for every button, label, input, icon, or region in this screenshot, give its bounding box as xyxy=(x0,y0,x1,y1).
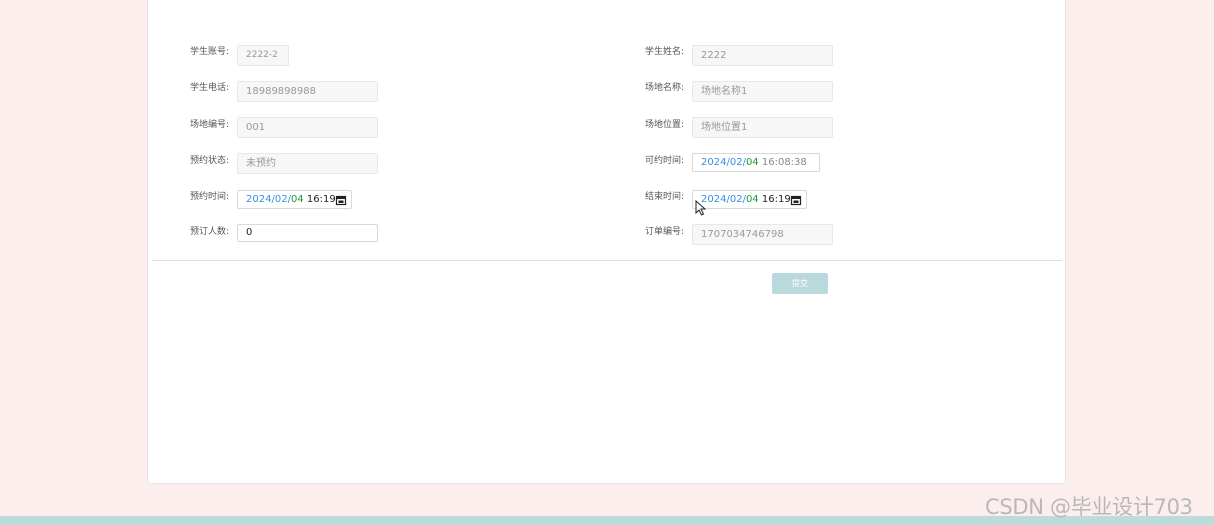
student-phone-label: 学生电话: xyxy=(190,83,230,93)
venue-location-field[interactable]: 场地位置1 xyxy=(692,117,833,138)
venue-name-field[interactable]: 场地名称1 xyxy=(692,81,833,102)
end-time-label: 结束时间: xyxy=(645,192,685,202)
booking-time-month: 02 xyxy=(274,194,288,205)
student-phone-field[interactable]: 18989898988 xyxy=(237,81,378,102)
student-account-field[interactable]: 2222-2 xyxy=(237,45,289,66)
end-time-field[interactable]: 2024/02/04 16:19 xyxy=(692,190,807,209)
order-number-field[interactable]: 1707034746798 xyxy=(692,224,833,245)
calendar-icon[interactable] xyxy=(790,194,802,206)
venue-location-label: 场地位置: xyxy=(645,120,685,130)
submit-button[interactable]: 提交 xyxy=(772,273,828,294)
booking-time-clock: 16:19 xyxy=(306,194,336,205)
form-panel xyxy=(147,0,1066,484)
booking-time-year: 2024 xyxy=(246,194,272,205)
venue-number-field[interactable]: 001 xyxy=(237,117,378,138)
watermark: CSDN @毕业设计703 xyxy=(985,495,1193,519)
student-account-label: 学生账号: xyxy=(190,47,230,57)
student-name-field[interactable]: 2222 xyxy=(692,45,833,66)
mouse-cursor-icon xyxy=(695,200,707,216)
available-time-field[interactable]: 2024/02/04 16:08:38 xyxy=(692,153,820,172)
end-time-clock: 16:19 xyxy=(761,194,791,205)
form-divider xyxy=(152,260,1062,261)
venue-number-label: 场地编号: xyxy=(190,120,230,130)
student-name-label: 学生姓名: xyxy=(645,47,685,57)
available-time-clock: 16:08:38 xyxy=(761,157,807,168)
available-time-label: 可约时间: xyxy=(645,156,685,166)
venue-name-label: 场地名称: xyxy=(645,83,685,93)
booking-status-field[interactable]: 未预约 xyxy=(237,153,378,174)
end-time-day: 04 xyxy=(745,194,759,205)
available-time-day: 04 xyxy=(745,157,759,168)
calendar-icon[interactable] xyxy=(335,194,347,206)
available-time-month: 02 xyxy=(729,157,743,168)
booking-time-field[interactable]: 2024/02/04 16:19 xyxy=(237,190,352,209)
end-time-month: 02 xyxy=(729,194,743,205)
order-number-label: 订单编号: xyxy=(645,227,685,237)
available-time-year: 2024 xyxy=(701,157,727,168)
people-count-label: 预订人数: xyxy=(190,227,230,237)
people-count-field[interactable]: 0 xyxy=(237,224,378,242)
booking-time-day: 04 xyxy=(290,194,304,205)
booking-time-label: 预约时间: xyxy=(190,192,230,202)
booking-status-label: 预约状态: xyxy=(190,156,230,166)
